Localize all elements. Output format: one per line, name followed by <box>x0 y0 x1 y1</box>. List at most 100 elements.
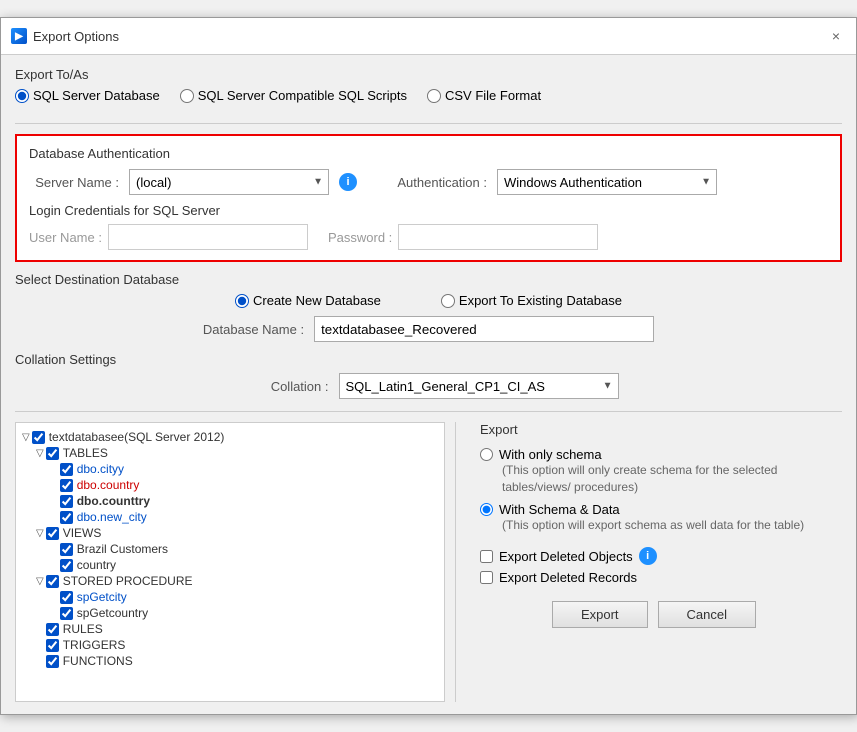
radio-export-existing[interactable]: Export To Existing Database <box>441 293 622 308</box>
export-to-as-radio-group: SQL Server Database SQL Server Compatibl… <box>15 88 842 103</box>
export-option-schema-data-main: With Schema & Data <box>480 502 828 517</box>
tree-brazil-customers[interactable]: ▷ Brazil Customers <box>22 541 438 557</box>
radio-create-new[interactable]: Create New Database <box>235 293 381 308</box>
tree-rules[interactable]: ▷ RULES <box>22 621 438 637</box>
tree-panel: ▽ textdatabasee(SQL Server 2012) ▽ TABLE… <box>15 422 445 702</box>
tree-spGetcity-label: spGetcity <box>77 590 127 604</box>
tree-spGetcity-checkbox[interactable] <box>60 591 73 604</box>
password-item: Password : <box>328 224 598 250</box>
export-deleted-objects-item: Export Deleted Objects i <box>480 547 828 565</box>
schema-data-desc: (This option will export schema as well … <box>502 517 828 534</box>
radio-sql-scripts[interactable]: SQL Server Compatible SQL Scripts <box>180 88 407 103</box>
db-name-input[interactable] <box>314 316 654 342</box>
radio-create-new-label: Create New Database <box>253 293 381 308</box>
auth-select-wrapper: Windows Authentication SQL Server Authen… <box>497 169 717 195</box>
export-options: With only schema (This option will only … <box>480 447 828 533</box>
tree-root-toggle[interactable]: ▽ <box>22 432 30 443</box>
export-options-dialog: ▶ Export Options × Export To/As SQL Serv… <box>0 17 857 715</box>
export-option-schema-data: With Schema & Data (This option will exp… <box>480 502 828 534</box>
tree-cityy-label: dbo.cityy <box>77 462 124 476</box>
tree-triggers-label: TRIGGERS <box>63 638 126 652</box>
export-option-schema-only: With only schema (This option will only … <box>480 447 828 496</box>
tree-views[interactable]: ▽ VIEWS <box>22 525 438 541</box>
server-name-select[interactable]: (local) <box>129 169 329 195</box>
tree-spGetcity[interactable]: ▷ spGetcity <box>22 589 438 605</box>
tree-root[interactable]: ▽ textdatabasee(SQL Server 2012) <box>22 429 438 445</box>
export-to-as-section: Export To/As SQL Server Database SQL Ser… <box>15 67 842 124</box>
close-button[interactable]: × <box>826 26 846 46</box>
dialog-title: Export Options <box>33 29 119 44</box>
title-bar-left: ▶ Export Options <box>11 28 119 44</box>
export-deleted-records-item: Export Deleted Records <box>480 570 828 585</box>
title-bar: ▶ Export Options × <box>1 18 856 55</box>
tree-view-country[interactable]: ▷ country <box>22 557 438 573</box>
radio-schema-only-label: With only schema <box>499 447 602 462</box>
tree-stored-proc[interactable]: ▽ STORED PROCEDURE <box>22 573 438 589</box>
tree-view-country-checkbox[interactable] <box>60 559 73 572</box>
tree-brazil-label: Brazil Customers <box>77 542 168 556</box>
server-info-button[interactable]: i <box>339 173 357 191</box>
tree-functions-checkbox[interactable] <box>46 655 59 668</box>
username-input[interactable] <box>108 224 308 250</box>
tree-functions[interactable]: ▷ FUNCTIONS <box>22 653 438 669</box>
tree-tables-toggle[interactable]: ▽ <box>36 448 44 459</box>
tree-spGetcountry-checkbox[interactable] <box>60 607 73 620</box>
radio-schema-only[interactable] <box>480 448 493 461</box>
tree-new-city-checkbox[interactable] <box>60 511 73 524</box>
collation-label: Collation : <box>239 379 329 394</box>
export-panel: Export With only schema (This option wil… <box>466 422 842 702</box>
tree-views-toggle[interactable]: ▽ <box>36 528 44 539</box>
cancel-button[interactable]: Cancel <box>658 601 756 628</box>
tree-tables[interactable]: ▽ TABLES <box>22 445 438 461</box>
tree-counttry[interactable]: ▷ dbo.counttry <box>22 493 438 509</box>
password-input[interactable] <box>398 224 598 250</box>
tree-tables-label: TABLES <box>63 446 108 460</box>
dest-radio-row: Create New Database Export To Existing D… <box>15 293 842 308</box>
panel-divider <box>455 422 456 702</box>
tree-spGetcountry[interactable]: ▷ spGetcountry <box>22 605 438 621</box>
tree-cityy-checkbox[interactable] <box>60 463 73 476</box>
tree-new-city[interactable]: ▷ dbo.new_city <box>22 509 438 525</box>
export-deleted-objects-checkbox[interactable] <box>480 550 493 563</box>
tree-rules-checkbox[interactable] <box>46 623 59 636</box>
tree-country[interactable]: ▷ dbo.country <box>22 477 438 493</box>
export-to-as-label: Export To/As <box>15 67 842 82</box>
collation-select[interactable]: SQL_Latin1_General_CP1_CI_AS Latin1_Gene… <box>339 373 619 399</box>
credentials-section: Login Credentials for SQL Server User Na… <box>29 203 828 250</box>
tree-view-country-label: country <box>77 558 116 572</box>
auth-label: Authentication : <box>397 175 487 190</box>
username-item: User Name : <box>29 224 308 250</box>
auth-select[interactable]: Windows Authentication SQL Server Authen… <box>497 169 717 195</box>
dest-db-section: Select Destination Database Create New D… <box>15 272 842 342</box>
app-icon: ▶ <box>11 28 27 44</box>
tree-tables-checkbox[interactable] <box>46 447 59 460</box>
radio-schema-data[interactable] <box>480 503 493 516</box>
collation-section: Collation Settings Collation : SQL_Latin… <box>15 352 842 399</box>
tree-country-checkbox[interactable] <box>60 479 73 492</box>
export-deleted-records-checkbox[interactable] <box>480 571 493 584</box>
tree-rules-label: RULES <box>63 622 103 636</box>
tree-cityy[interactable]: ▷ dbo.cityy <box>22 461 438 477</box>
tree-counttry-label: dbo.counttry <box>77 494 150 508</box>
bottom-section: ▽ textdatabasee(SQL Server 2012) ▽ TABLE… <box>15 411 842 702</box>
collation-row: Collation : SQL_Latin1_General_CP1_CI_AS… <box>15 373 842 399</box>
export-deleted-records-label: Export Deleted Records <box>499 570 637 585</box>
export-deleted-objects-label: Export Deleted Objects <box>499 549 633 564</box>
tree-brazil-checkbox[interactable] <box>60 543 73 556</box>
tree-root-checkbox[interactable] <box>32 431 45 444</box>
tree-triggers[interactable]: ▷ TRIGGERS <box>22 637 438 653</box>
export-option-schema-only-main: With only schema <box>480 447 828 462</box>
tree-stored-proc-toggle[interactable]: ▽ <box>36 576 44 587</box>
tree-counttry-checkbox[interactable] <box>60 495 73 508</box>
radio-csv[interactable]: CSV File Format <box>427 88 541 103</box>
tree-triggers-checkbox[interactable] <box>46 639 59 652</box>
tree-views-checkbox[interactable] <box>46 527 59 540</box>
export-button[interactable]: Export <box>552 601 648 628</box>
radio-sql-server[interactable]: SQL Server Database <box>15 88 160 103</box>
tree-root-label: textdatabasee(SQL Server 2012) <box>49 430 225 444</box>
tree-stored-proc-checkbox[interactable] <box>46 575 59 588</box>
collation-select-wrapper: SQL_Latin1_General_CP1_CI_AS Latin1_Gene… <box>339 373 619 399</box>
deleted-objects-info-button[interactable]: i <box>639 547 657 565</box>
schema-only-desc: (This option will only create schema for… <box>502 462 828 496</box>
server-auth-row: Server Name : (local) ▼ i Authentication… <box>29 169 828 195</box>
